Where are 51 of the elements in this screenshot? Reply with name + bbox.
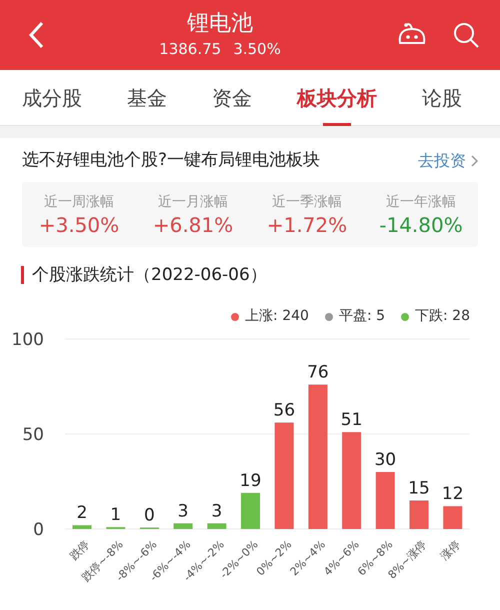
data-label: 12 — [442, 484, 464, 504]
data-label: 3 — [178, 501, 189, 522]
chevron-icon — [470, 154, 478, 167]
bar — [174, 523, 193, 529]
tab[interactable]: 资金 — [212, 70, 252, 126]
page-title: 锂电池 — [187, 10, 253, 38]
stat-value: +3.50% — [38, 212, 120, 236]
stat-label: 近一季涨幅 — [272, 192, 342, 212]
search-icon[interactable] — [452, 21, 480, 49]
section-marker — [21, 266, 24, 284]
bar — [410, 500, 428, 529]
data-label: 76 — [307, 362, 329, 383]
bar — [241, 492, 260, 529]
data-label: 51 — [340, 410, 362, 430]
stat-value: -14.80% — [379, 212, 463, 236]
axis-tick-label: 0 — [33, 520, 44, 540]
data-label: 15 — [408, 478, 430, 498]
legend-label: 上涨: 240 — [245, 307, 309, 326]
axis-tick-label: 100 — [12, 330, 44, 350]
invest-link[interactable]: 去投资 — [418, 148, 478, 173]
category-label: 跌停 — [67, 538, 92, 563]
tab[interactable]: 板块分析 — [297, 70, 377, 126]
index-change: 3.50% — [233, 38, 281, 60]
tab[interactable]: 成分股 — [22, 70, 82, 126]
stat-label: 近一月涨幅 — [158, 192, 228, 212]
tab[interactable]: 基金 — [127, 70, 167, 126]
promo-text: 选不好锂电池个股?一键布局锂电池板块 — [22, 149, 320, 172]
stat-value: +1.72% — [266, 212, 348, 236]
stat-label: 近一年涨幅 — [386, 192, 456, 212]
bar — [72, 525, 92, 529]
data-label: 19 — [240, 470, 262, 491]
tab[interactable]: 论股 — [422, 70, 462, 126]
legend-label: 平盘: 5 — [338, 307, 386, 326]
stat-label: 近一周涨幅 — [44, 192, 114, 212]
data-label: 1 — [110, 505, 122, 526]
tab-underline — [323, 122, 351, 126]
category-label: 涨停 — [438, 538, 463, 563]
bar — [207, 523, 226, 529]
section-title: 个股涨跌统计（2022-06-06） — [32, 264, 267, 286]
stat-value: +6.81% — [152, 212, 234, 236]
bar — [443, 506, 462, 529]
bar — [376, 472, 395, 529]
data-label: 3 — [211, 501, 222, 522]
data-label: 56 — [273, 400, 296, 421]
legend-label: 下跌: 28 — [415, 307, 470, 326]
back-icon[interactable] — [28, 21, 44, 49]
data-label: 2 — [76, 503, 88, 524]
data-label: 30 — [374, 450, 396, 470]
axis-tick-label: 50 — [22, 425, 44, 445]
data-label: 0 — [144, 506, 155, 526]
index-price: 1386.75 — [159, 38, 222, 60]
